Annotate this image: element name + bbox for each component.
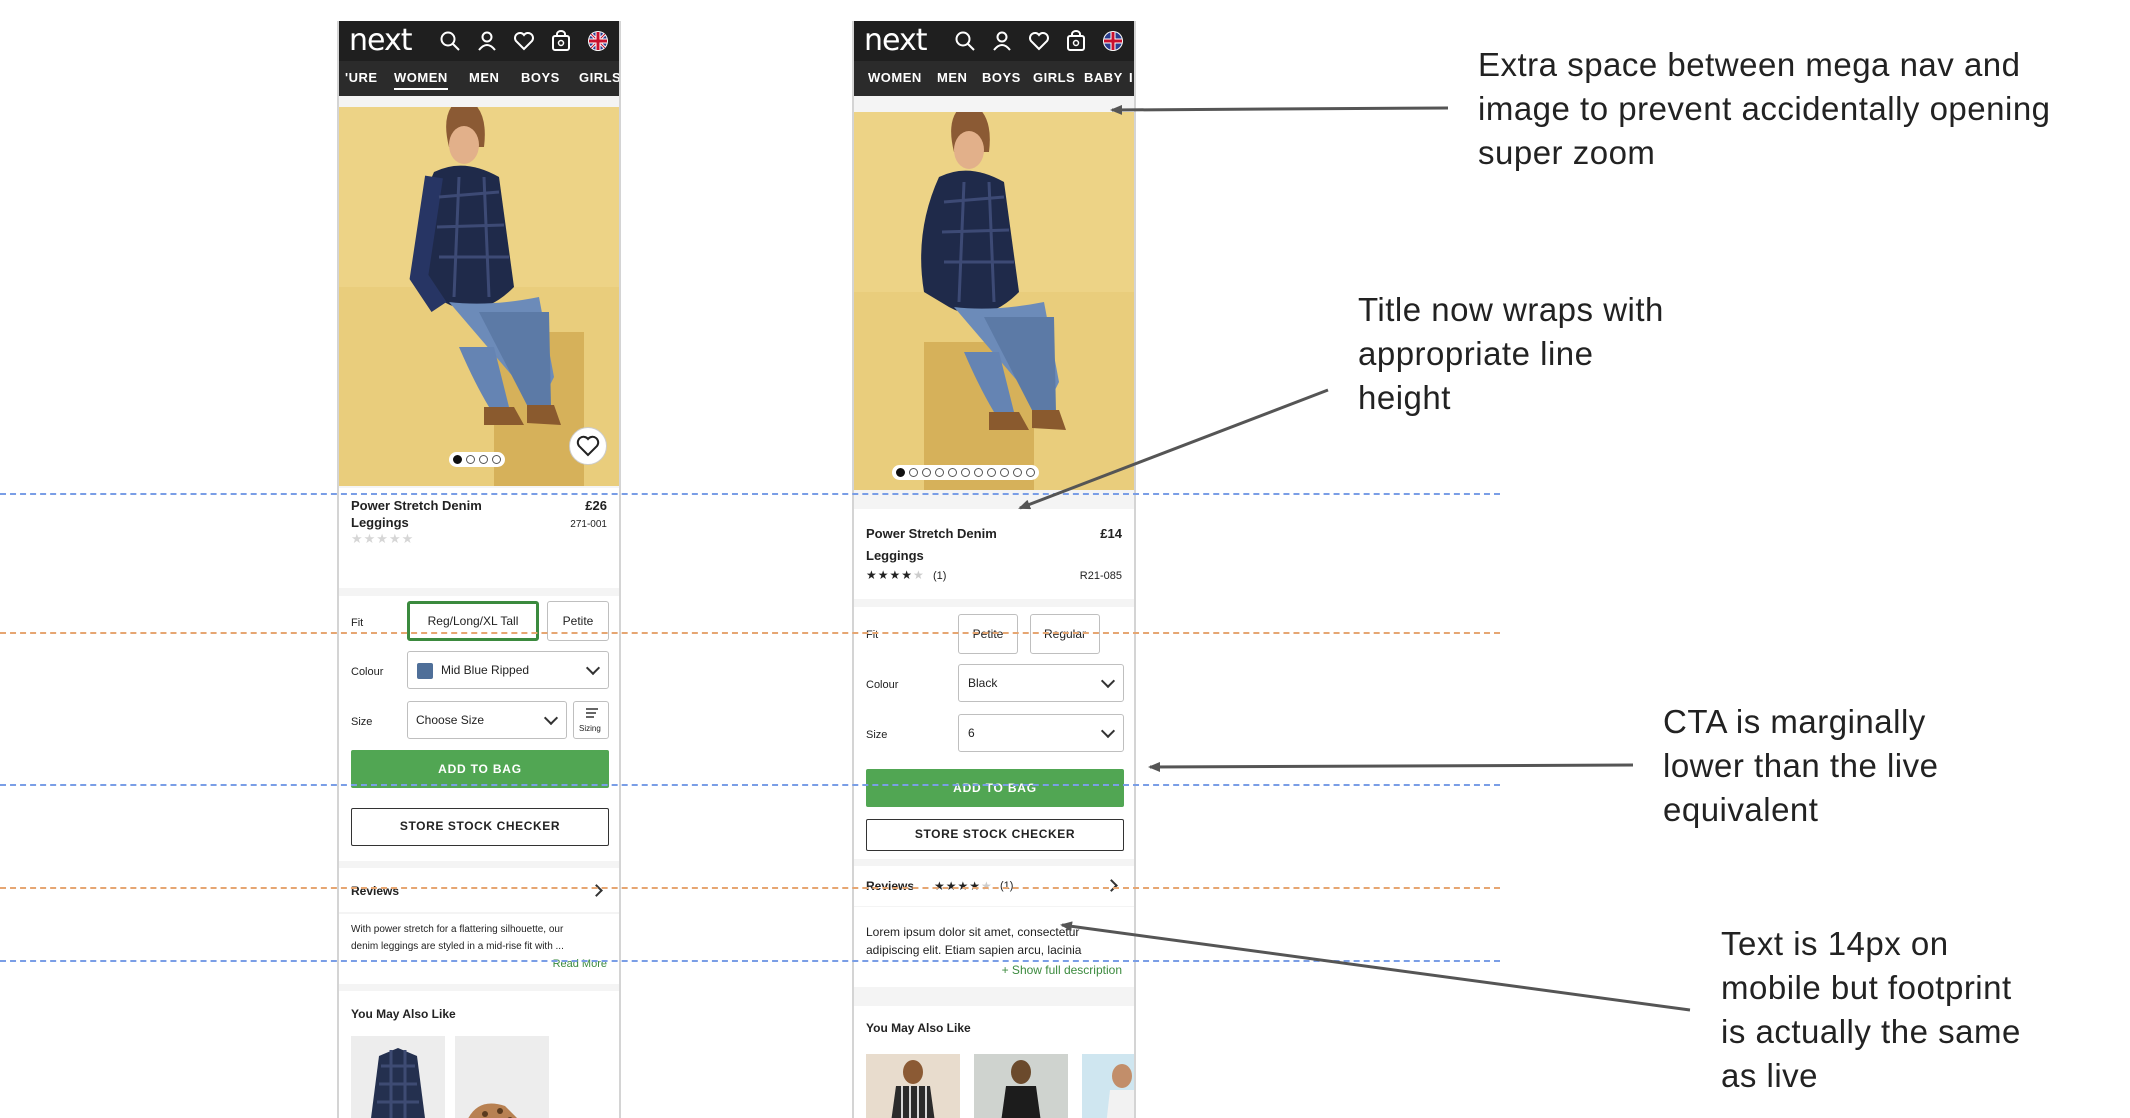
annotation-line: as live	[1721, 1057, 1819, 1094]
arrow	[1018, 388, 1329, 510]
arrow	[1060, 921, 1691, 1012]
arrow	[1148, 761, 1634, 772]
annotation-line: image to prevent accidentally opening	[1478, 90, 2051, 127]
annotation-line: Title now wraps with	[1358, 291, 1664, 328]
annotation-title-wrap: Title now wraps with appropriate line he…	[1358, 288, 1664, 420]
annotation-line: Text is 14px on	[1721, 925, 1949, 962]
annotation-line: Extra space between mega nav and	[1478, 46, 2021, 83]
annotation-cta-position: CTA is marginally lower than the live eq…	[1663, 700, 1938, 832]
annotation-line: lower than the live	[1663, 747, 1939, 784]
annotation-line: equivalent	[1663, 791, 1819, 828]
annotation-line: height	[1358, 379, 1451, 416]
annotation-line: appropriate line	[1358, 335, 1594, 372]
annotation-text-size: Text is 14px on mobile but footprint is …	[1721, 922, 2021, 1098]
annotation-line: is actually the same	[1721, 1013, 2021, 1050]
annotation-line: super zoom	[1478, 134, 1656, 171]
annotation-line: CTA is marginally	[1663, 703, 1926, 740]
annotation-line: mobile but footprint	[1721, 969, 2012, 1006]
annotation-mega-nav-spacing: Extra space between mega nav and image t…	[1478, 43, 2051, 175]
arrow	[1110, 104, 1449, 115]
